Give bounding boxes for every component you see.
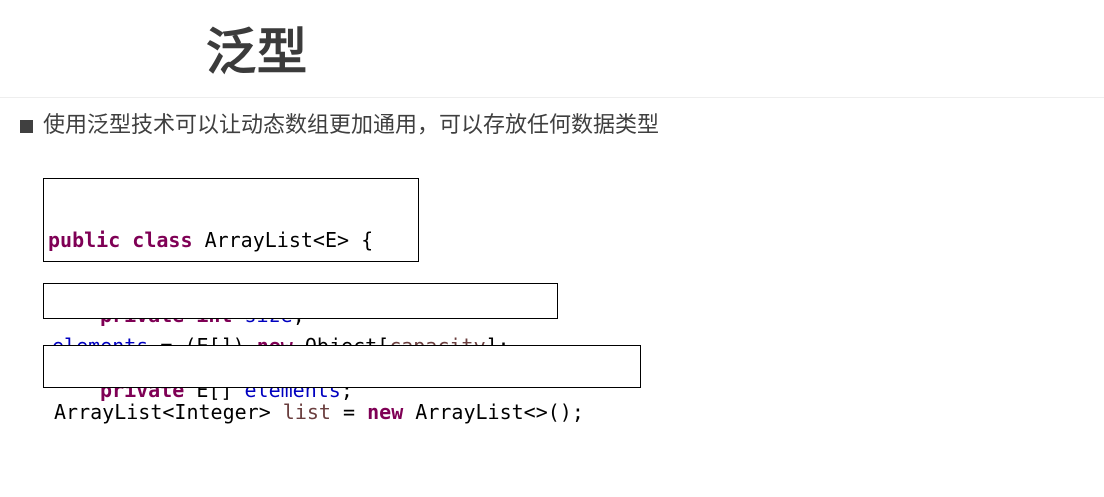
bullet-text: 使用泛型技术可以让动态数组更加通用，可以存放任何数据类型 (43, 113, 660, 138)
code-block-list-declaration: ArrayList<Integer> list = new ArrayList<… (43, 345, 641, 424)
slide-title: 泛型 (206, 23, 308, 81)
constructor-call: ArrayList<>(); (415, 400, 584, 424)
square-bullet-icon (20, 119, 33, 133)
keyword-class: class (132, 228, 193, 252)
title-band (0, 0, 1104, 98)
keyword-new: new (367, 400, 404, 424)
code-line-list: ArrayList<Integer> list = new ArrayList<… (54, 399, 640, 426)
class-name: ArrayList<E> { (204, 228, 374, 252)
keyword-public: public (48, 228, 121, 252)
variable-list: list (282, 400, 331, 424)
bullet-point: 使用泛型技术可以让动态数组更加通用，可以存放任何数据类型 (20, 110, 659, 142)
code-block-array-allocation: elements = (E[]) new Object[capacity]; (43, 283, 558, 358)
assign-operator: = (343, 400, 356, 424)
type-arraylist-integer: ArrayList<Integer> (54, 400, 271, 424)
code-line-class: public class ArrayList<E> { (48, 227, 418, 254)
code-block-class-declaration: public class ArrayList<E> { private int … (43, 178, 419, 402)
